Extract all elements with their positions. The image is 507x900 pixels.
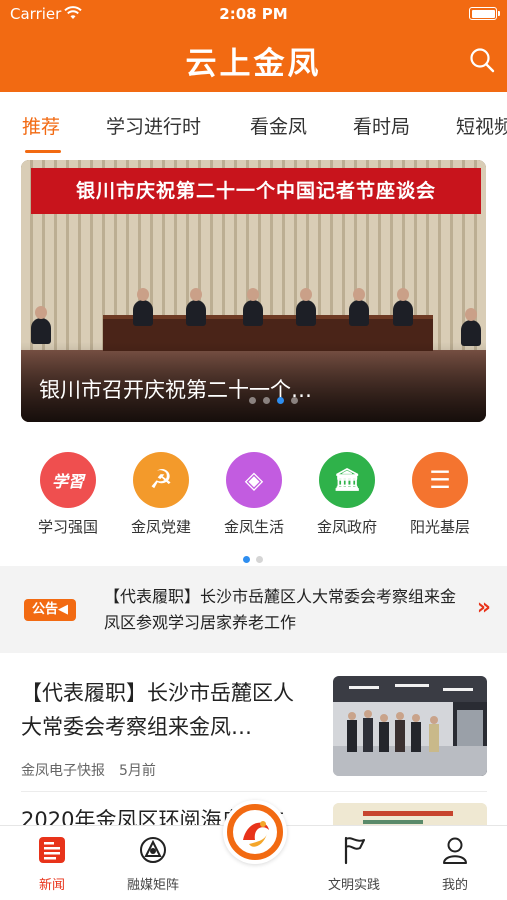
study-icon: 学習 — [40, 452, 96, 508]
banner-carousel[interactable]: 银川市庆祝第二十一个中国记者节座谈会 银川市召开庆祝第二十一个… — [21, 160, 486, 422]
news-time: 5月前 — [119, 763, 156, 779]
news-thumbnail-photo — [333, 676, 487, 776]
user-icon — [443, 837, 467, 864]
news-icon — [39, 837, 65, 863]
shortcut-study-power[interactable]: 学習 学习强国 — [23, 452, 113, 537]
tab-jinfeng[interactable]: 看金凤 — [250, 112, 307, 139]
banner-page-dots — [249, 389, 305, 408]
news-item[interactable]: 【代表履职】长沙市岳麓区人大常委会考察组来金凤… 金凤电子快报 5月前 — [21, 676, 487, 786]
page-dot-active[interactable] — [243, 556, 250, 563]
notice-badge: 公告◀ — [24, 599, 76, 621]
status-bar: Carrier 2:08 PM — [0, 0, 507, 28]
banner-photo-person — [349, 288, 369, 326]
shortcut-page-dots — [243, 548, 269, 567]
news-title[interactable]: 【代表履职】长沙市岳麓区人大常委会考察组来金凤… — [21, 676, 311, 744]
flag-icon — [344, 836, 365, 865]
shortcut-grassroots[interactable]: ☰ 阳光基层 — [395, 452, 485, 537]
grassroots-icon: ☰ — [412, 452, 468, 508]
banner-photo-person — [296, 288, 316, 326]
active-tab-indicator — [25, 150, 61, 153]
banner-photo-person — [393, 288, 413, 326]
shortcut-government[interactable]: 🏛 金凤政府 — [302, 452, 392, 537]
news-source: 金凤电子快报 — [21, 763, 105, 779]
shortcut-label: 金凤生活 — [223, 518, 284, 536]
search-icon[interactable] — [469, 47, 495, 73]
battery-icon — [469, 7, 500, 20]
double-chevron-right-icon[interactable]: ›› — [477, 595, 491, 620]
app-header: Carrier 2:08 PM 云上金凤 — [0, 0, 507, 92]
page-dot[interactable] — [256, 556, 263, 563]
tabbar-center-logo[interactable] — [223, 800, 287, 864]
banner-photo-person — [133, 288, 153, 326]
tabbar-label: 新闻 — [38, 878, 65, 893]
government-icon: 🏛 — [319, 452, 375, 508]
media-matrix-icon — [140, 837, 166, 863]
tab-current-affairs[interactable]: 看时局 — [353, 112, 410, 139]
tabbar-label: 融媒矩阵 — [126, 878, 179, 893]
banner-photo-person — [31, 306, 51, 344]
tabbar-media-matrix[interactable]: 融媒矩阵 — [113, 834, 193, 893]
clock: 2:08 PM — [219, 5, 288, 23]
party-icon: ☭ — [133, 452, 189, 508]
tabbar-label: 我的 — [441, 878, 468, 893]
tabbar-news[interactable]: 新闻 — [12, 834, 92, 893]
notice-bar[interactable]: 公告◀ 【代表履职】长沙市岳麓区人大常委会考察组来金凤区参观学习居家养老工作 ›… — [0, 566, 507, 653]
tab-short-video[interactable]: 短视频 — [456, 112, 507, 139]
phoenix-logo-icon — [227, 804, 283, 860]
banner-photo-person — [186, 288, 206, 326]
news-thumbnail[interactable] — [333, 676, 487, 776]
page-dot[interactable] — [291, 397, 298, 404]
banner-photo-person — [243, 288, 263, 326]
page-dot[interactable] — [263, 397, 270, 404]
tabbar-label: 文明实践 — [327, 878, 380, 893]
shortcut-label: 金凤政府 — [316, 518, 377, 536]
banner-photo-sign: 银川市庆祝第二十一个中国记者节座谈会 — [31, 168, 481, 214]
tab-study[interactable]: 学习进行时 — [106, 112, 201, 139]
shortcut-label: 阳光基层 — [409, 518, 470, 536]
category-tabs: 推荐 学习进行时 看金凤 看时局 短视频 — [0, 92, 507, 154]
notice-text[interactable]: 【代表履职】长沙市岳麓区人大常委会考察组来金凤区参观学习居家养老工作 — [104, 584, 459, 636]
tabbar-civilization[interactable]: 文明实践 — [314, 834, 394, 893]
shortcut-party-building[interactable]: ☭ 金凤党建 — [116, 452, 206, 537]
news-meta: 金凤电子快报 5月前 — [21, 760, 156, 780]
app-title: 云上金凤 — [185, 46, 322, 82]
shortcut-life[interactable]: ◈ 金凤生活 — [209, 452, 299, 537]
page-dot[interactable] — [249, 397, 256, 404]
life-icon: ◈ — [226, 452, 282, 508]
bottom-tab-bar: 新闻 融媒矩阵 文明实践 我的 — [0, 800, 507, 900]
shortcut-label: 学习强国 — [37, 518, 98, 536]
list-divider — [21, 791, 487, 792]
tab-recommend[interactable]: 推荐 — [22, 112, 60, 139]
tabbar-mine[interactable]: 我的 — [415, 834, 495, 893]
page-dot-active[interactable] — [277, 397, 284, 404]
shortcut-label: 金凤党建 — [130, 518, 191, 536]
